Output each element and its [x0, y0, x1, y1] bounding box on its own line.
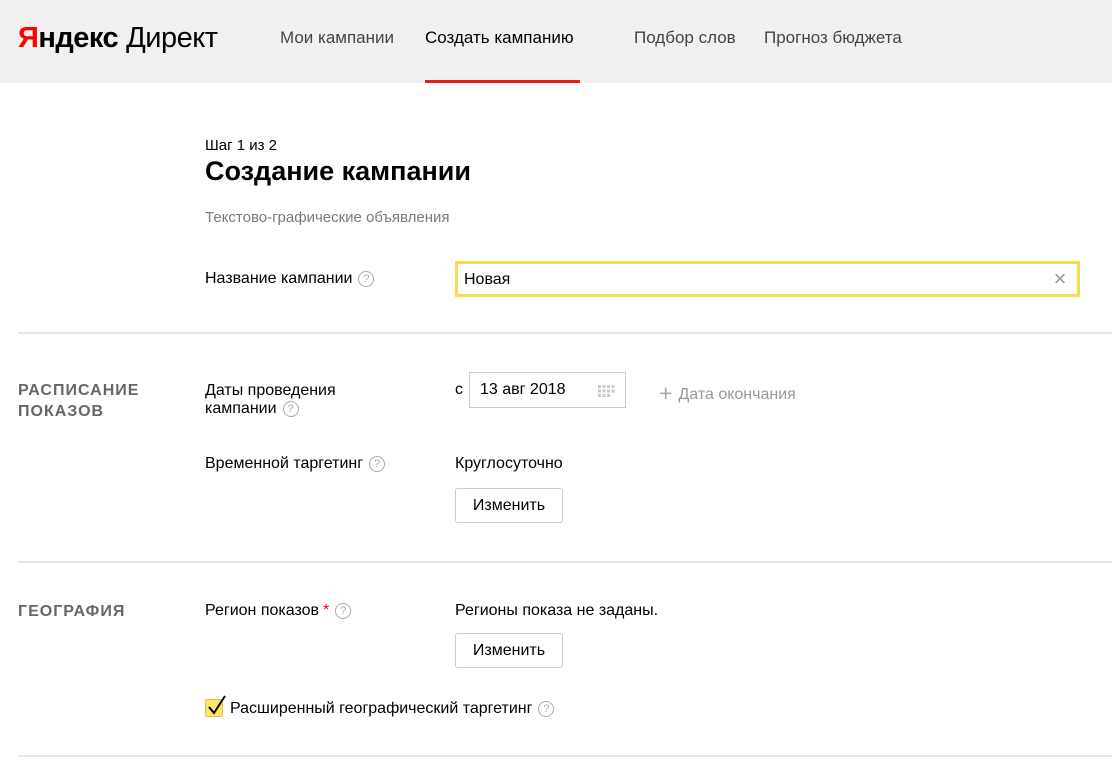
schedule-section-title-line1: РАСПИСАНИЕ: [18, 382, 140, 399]
campaign-dates-label: Даты проведения кампании?: [205, 382, 336, 418]
nav-budget-forecast[interactable]: Прогноз бюджета: [764, 28, 902, 48]
logo-brand-rest: ндекс: [38, 22, 119, 54]
section-divider: [18, 561, 1112, 563]
date-from-prefix: с: [455, 381, 463, 398]
extended-geo-targeting-label-text: Расширенный географический таргетинг: [230, 700, 533, 717]
section-divider: [18, 332, 1112, 334]
campaign-name-field[interactable]: ×: [455, 261, 1080, 297]
start-date-value: 13 авг 2018: [480, 381, 566, 398]
help-icon[interactable]: ?: [282, 401, 299, 417]
logo-brand-first-letter: Я: [18, 22, 39, 54]
header: Яндекс Директ Мои кампании Создать кампан…: [0, 0, 1112, 83]
help-icon[interactable]: ?: [358, 271, 375, 287]
plus-icon: +: [659, 380, 673, 406]
time-targeting-label: Временной таргетинг?: [205, 455, 386, 473]
section-divider: [18, 755, 1112, 757]
help-icon[interactable]: ?: [538, 701, 555, 717]
help-icon[interactable]: ?: [369, 456, 386, 472]
step-indicator: Шаг 1 из 2: [205, 137, 278, 154]
clear-icon[interactable]: ×: [1049, 268, 1071, 290]
yandex-direct-logo[interactable]: Яндекс Директ: [18, 21, 218, 55]
page-title: Создание кампании: [205, 156, 471, 186]
campaign-dates-label-line2: кампании: [205, 400, 277, 417]
change-time-targeting-button[interactable]: Изменить: [455, 488, 563, 523]
campaign-name-label: Название кампании?: [205, 270, 375, 288]
campaign-type-subtitle: Текстово-графические объявления: [205, 209, 450, 226]
start-date-picker[interactable]: 13 авг 2018: [469, 372, 626, 408]
extended-geo-targeting-checkbox[interactable]: [205, 695, 226, 717]
campaign-name-label-text: Название кампании: [205, 270, 353, 287]
schedule-section-title-line2: ПОКАЗОВ: [18, 403, 105, 420]
schedule-section-title: РАСПИСАНИЕ ПОКАЗОВ: [18, 380, 139, 422]
nav-my-campaigns[interactable]: Мои кампании: [280, 28, 394, 48]
add-end-date-label: Дата окончания: [678, 386, 796, 403]
required-mark: *: [323, 602, 330, 619]
add-end-date-link[interactable]: + Дата окончания: [659, 380, 796, 407]
geography-section-title: ГЕОГРАФИЯ: [18, 603, 126, 620]
help-icon[interactable]: ?: [335, 603, 352, 619]
region-value: Регионы показа не заданы.: [455, 602, 659, 619]
extended-geo-targeting-label[interactable]: Расширенный географический таргетинг?: [230, 700, 555, 718]
time-targeting-value: Круглосуточно: [455, 455, 563, 472]
change-region-button[interactable]: Изменить: [455, 633, 563, 668]
nav-create-campaign[interactable]: Создать кампанию: [425, 28, 574, 48]
calendar-icon: [598, 385, 615, 397]
checkmark-icon: [208, 695, 226, 715]
region-label-text: Регион показов: [205, 602, 320, 619]
region-label: Регион показов *?: [205, 602, 352, 620]
campaign-dates-label-line1: Даты проведения: [205, 382, 336, 399]
time-targeting-label-text: Временной таргетинг: [205, 455, 364, 472]
active-tab-indicator: [425, 80, 580, 83]
campaign-name-input[interactable]: [464, 268, 1044, 292]
logo-product: Директ: [126, 22, 218, 54]
nav-keyword-selection[interactable]: Подбор слов: [634, 28, 736, 48]
